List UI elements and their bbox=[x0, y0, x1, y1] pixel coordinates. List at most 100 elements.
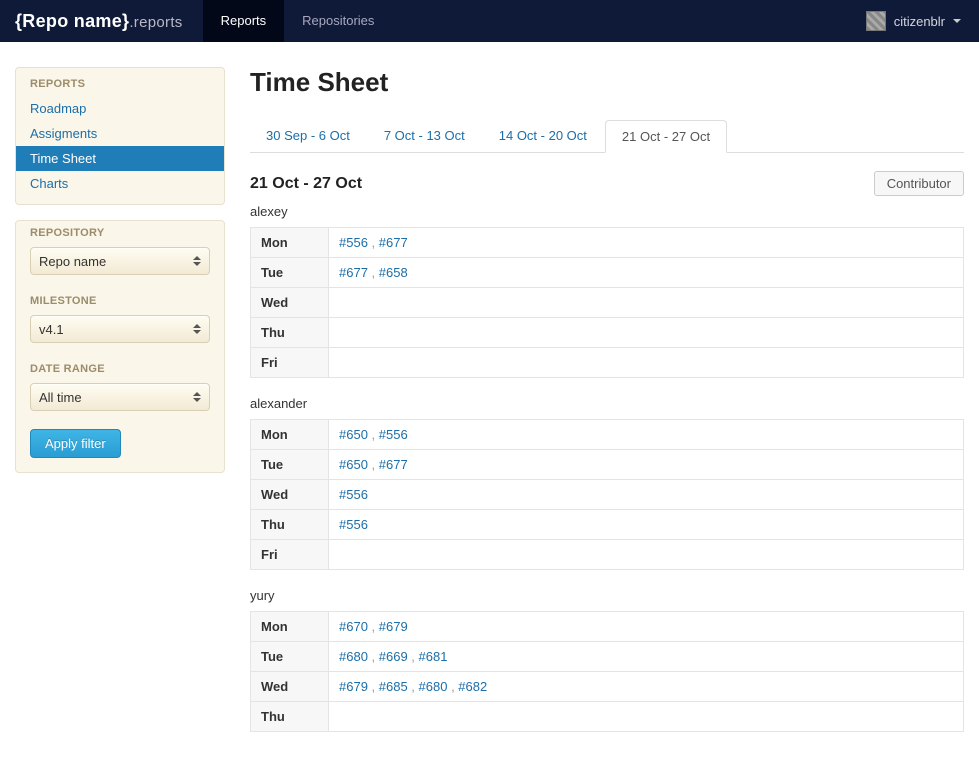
milestone-value: v4.1 bbox=[39, 322, 193, 337]
table-row: Fri bbox=[251, 348, 964, 378]
table-row: Thu#556 bbox=[251, 510, 964, 540]
issue-link[interactable]: #650 bbox=[339, 457, 368, 472]
issue-link[interactable]: #556 bbox=[339, 487, 368, 502]
issue-link[interactable]: #681 bbox=[419, 649, 448, 664]
tab-week-2[interactable]: 14 Oct - 20 Oct bbox=[483, 120, 603, 152]
day-cell: Thu bbox=[251, 318, 329, 348]
milestone-label: MILESTONE bbox=[30, 295, 210, 307]
issues-cell bbox=[329, 540, 964, 570]
table-row: Thu bbox=[251, 702, 964, 732]
nav-item-repositories[interactable]: Repositories bbox=[284, 0, 392, 42]
issue-link[interactable]: #556 bbox=[339, 235, 368, 250]
day-cell: Tue bbox=[251, 450, 329, 480]
issue-link[interactable]: #680 bbox=[339, 649, 368, 664]
issues-cell bbox=[329, 288, 964, 318]
issue-link[interactable]: #650 bbox=[339, 427, 368, 442]
range-title: 21 Oct - 27 Oct bbox=[250, 175, 362, 193]
timesheet-table: Mon#556 , #677Tue#677 , #658WedThuFri bbox=[250, 227, 964, 378]
issue-link[interactable]: #677 bbox=[339, 265, 368, 280]
contributor-name: alexander bbox=[250, 396, 964, 411]
contributor-button[interactable]: Contributor bbox=[874, 171, 964, 196]
sidebar-item-roadmap[interactable]: Roadmap bbox=[16, 96, 224, 121]
issues-cell: #670 , #679 bbox=[329, 612, 964, 642]
issue-link[interactable]: #677 bbox=[379, 457, 408, 472]
avatar bbox=[866, 11, 886, 31]
issues-cell: #556 bbox=[329, 480, 964, 510]
daterange-select[interactable]: All time bbox=[30, 383, 210, 411]
issue-link[interactable]: #658 bbox=[379, 265, 408, 280]
user-menu[interactable]: citizenblr bbox=[848, 11, 979, 31]
issues-cell: #650 , #677 bbox=[329, 450, 964, 480]
repository-label: REPOSITORY bbox=[30, 227, 210, 239]
day-cell: Fri bbox=[251, 540, 329, 570]
day-cell: Tue bbox=[251, 642, 329, 672]
tab-week-3[interactable]: 21 Oct - 27 Oct bbox=[605, 120, 727, 153]
contributor-block: yury Mon#670 , #679Tue#680 , #669 , #681W… bbox=[250, 588, 964, 732]
day-cell: Mon bbox=[251, 228, 329, 258]
contributor-name: yury bbox=[250, 588, 964, 603]
issue-link[interactable]: #677 bbox=[379, 235, 408, 250]
user-name: citizenblr bbox=[894, 14, 945, 29]
sidebar-item-time-sheet[interactable]: Time Sheet bbox=[16, 146, 224, 171]
apply-filter-button[interactable]: Apply filter bbox=[30, 429, 121, 458]
table-row: Tue#680 , #669 , #681 bbox=[251, 642, 964, 672]
table-row: Tue#650 , #677 bbox=[251, 450, 964, 480]
day-cell: Thu bbox=[251, 702, 329, 732]
nav-items: ReportsRepositories bbox=[203, 0, 393, 42]
issues-cell: #677 , #658 bbox=[329, 258, 964, 288]
top-navbar: {Repo name}.reports ReportsRepositories … bbox=[0, 0, 979, 42]
tab-week-1[interactable]: 7 Oct - 13 Oct bbox=[368, 120, 481, 152]
daterange-label: DATE RANGE bbox=[30, 363, 210, 375]
day-cell: Tue bbox=[251, 258, 329, 288]
table-row: Mon#650 , #556 bbox=[251, 420, 964, 450]
chevron-down-icon bbox=[953, 19, 961, 23]
timesheet-table: Mon#650 , #556Tue#650 , #677Wed#556Thu#5… bbox=[250, 419, 964, 570]
tab-week-0[interactable]: 30 Sep - 6 Oct bbox=[250, 120, 366, 152]
page-title: Time Sheet bbox=[250, 67, 964, 98]
issue-link[interactable]: #670 bbox=[339, 619, 368, 634]
reports-nav: RoadmapAssigmentsTime SheetCharts bbox=[16, 96, 224, 204]
select-arrows-icon bbox=[193, 324, 201, 334]
brand[interactable]: {Repo name}.reports bbox=[15, 11, 183, 32]
issues-cell: #650 , #556 bbox=[329, 420, 964, 450]
day-cell: Wed bbox=[251, 480, 329, 510]
sidebar-item-assigments[interactable]: Assigments bbox=[16, 121, 224, 146]
reports-panel: REPORTS RoadmapAssigmentsTime SheetChart… bbox=[15, 67, 225, 205]
brand-suffix: .reports bbox=[129, 14, 182, 31]
brand-name: {Repo name} bbox=[15, 11, 129, 31]
issue-link[interactable]: #556 bbox=[339, 517, 368, 532]
issues-cell bbox=[329, 702, 964, 732]
table-row: Mon#556 , #677 bbox=[251, 228, 964, 258]
table-row: Mon#670 , #679 bbox=[251, 612, 964, 642]
issue-link[interactable]: #669 bbox=[379, 649, 408, 664]
issue-link[interactable]: #679 bbox=[379, 619, 408, 634]
nav-item-reports[interactable]: Reports bbox=[203, 0, 285, 42]
day-cell: Wed bbox=[251, 288, 329, 318]
timesheets-container: alexeyMon#556 , #677Tue#677 , #658WedThu… bbox=[250, 204, 964, 732]
issues-cell: #556 , #677 bbox=[329, 228, 964, 258]
table-row: Wed #556 bbox=[251, 480, 964, 510]
sidebar-item-charts[interactable]: Charts bbox=[16, 171, 224, 196]
issues-cell: #679 , #685 , #680 , #682 bbox=[329, 672, 964, 702]
filters-panel: REPOSITORY Repo name MILESTONE v4.1 DATE… bbox=[15, 220, 225, 473]
table-row: Fri bbox=[251, 540, 964, 570]
select-arrows-icon bbox=[193, 256, 201, 266]
select-arrows-icon bbox=[193, 392, 201, 402]
issues-cell: #556 bbox=[329, 510, 964, 540]
contributor-block: alexeyMon#556 , #677Tue#677 , #658WedThu… bbox=[250, 204, 964, 378]
milestone-select[interactable]: v4.1 bbox=[30, 315, 210, 343]
contributor-block: alexander Mon#650 , #556Tue#650 , #677Wed… bbox=[250, 396, 964, 570]
day-cell: Fri bbox=[251, 348, 329, 378]
daterange-value: All time bbox=[39, 390, 193, 405]
issues-cell bbox=[329, 318, 964, 348]
issues-cell bbox=[329, 348, 964, 378]
week-tabs: 30 Sep - 6 Oct7 Oct - 13 Oct14 Oct - 20 … bbox=[250, 120, 964, 153]
table-row: Wed#679 , #685 , #680 , #682 bbox=[251, 672, 964, 702]
issues-cell: #680 , #669 , #681 bbox=[329, 642, 964, 672]
issue-link[interactable]: #556 bbox=[379, 427, 408, 442]
repository-select[interactable]: Repo name bbox=[30, 247, 210, 275]
table-row: Tue#677 , #658 bbox=[251, 258, 964, 288]
day-cell: Mon bbox=[251, 420, 329, 450]
main-content: Time Sheet 30 Sep - 6 Oct7 Oct - 13 Oct1… bbox=[250, 67, 964, 750]
sidebar: REPORTS RoadmapAssigmentsTime SheetChart… bbox=[15, 67, 225, 750]
